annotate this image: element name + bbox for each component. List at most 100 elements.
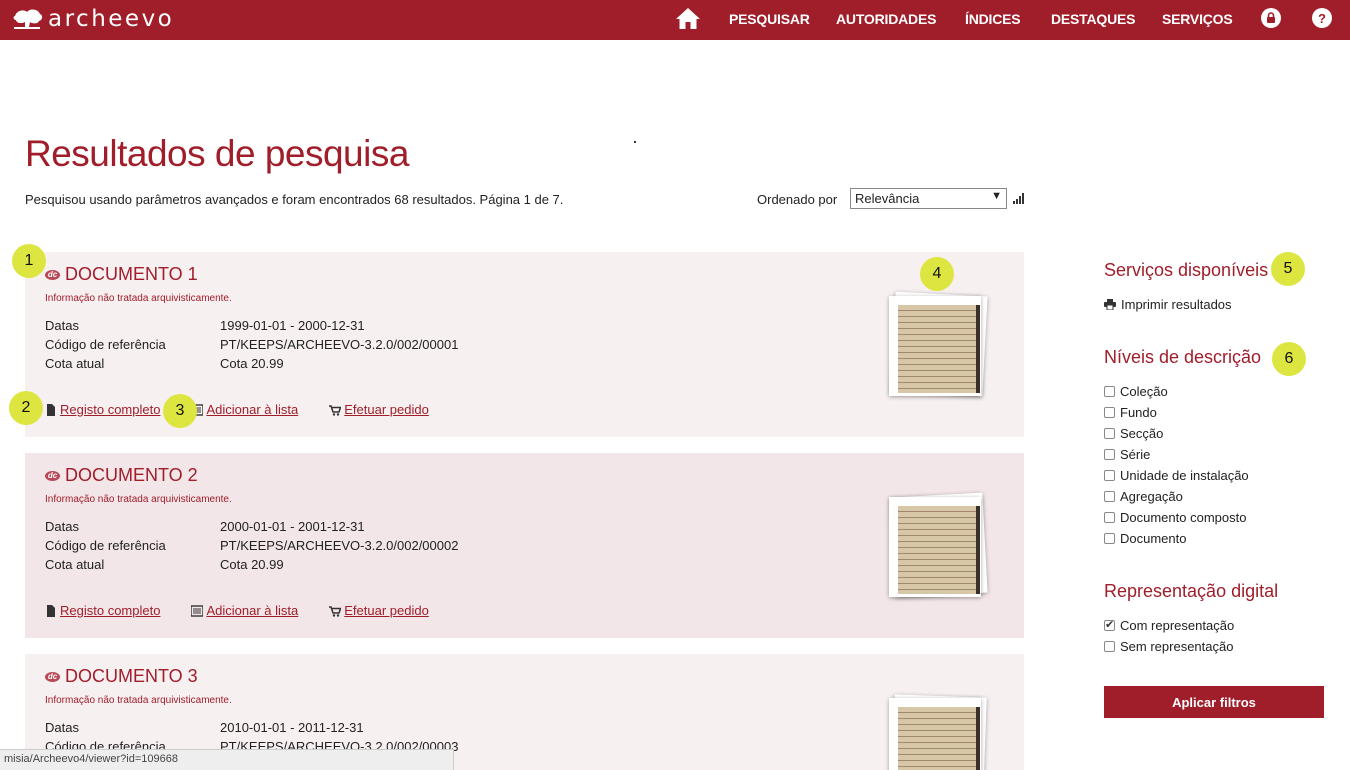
annotation-marker-3: 3 <box>163 394 197 428</box>
level-filter-label: Documento composto <box>1120 510 1247 525</box>
manuscript-page-image <box>898 506 980 594</box>
document-thumbnail[interactable] <box>887 492 988 601</box>
full-record-link[interactable]: Registo completo <box>45 603 160 618</box>
checkbox[interactable] <box>1104 533 1115 544</box>
lock-icon[interactable] <box>1261 8 1281 28</box>
field-label-datas: Datas <box>45 519 79 534</box>
top-navigation-bar: archeevo PESQUISAR AUTORIDADES ÍNDICES D… <box>0 0 1350 40</box>
field-label-datas: Datas <box>45 720 79 735</box>
level-filter-colecao[interactable]: Coleção <box>1104 384 1168 399</box>
nav-autoridades[interactable]: AUTORIDADES <box>836 11 936 27</box>
home-icon[interactable] <box>675 6 701 30</box>
document-thumbnail[interactable] <box>887 694 987 770</box>
checkbox[interactable] <box>1104 428 1115 439</box>
services-heading: Serviços disponíveis <box>1104 260 1269 280</box>
level-badge-icon: dc <box>45 671 60 682</box>
annotation-marker-2: 2 <box>9 391 43 425</box>
checkbox-checked[interactable] <box>1104 618 1115 631</box>
annotation-marker-1: 1 <box>12 244 46 278</box>
annotation-marker-6: 6 <box>1272 342 1306 376</box>
stray-dot <box>634 141 636 143</box>
print-results-label: Imprimir resultados <box>1121 297 1232 312</box>
result-title: DOCUMENTO 3 <box>65 666 198 686</box>
nav-destaques[interactable]: DESTAQUES <box>1051 11 1135 27</box>
document-thumbnail[interactable] <box>887 291 988 400</box>
print-results-link[interactable]: Imprimir resultados <box>1104 297 1232 312</box>
chevron-down-icon: ▼ <box>991 190 1002 202</box>
field-value-datas: 1999-01-01 - 2000-12-31 <box>220 318 365 333</box>
result-note: Informação não tratada arquivisticamente… <box>45 293 232 304</box>
digital-filter-label: Sem representação <box>1120 639 1234 654</box>
level-filter-label: Série <box>1120 447 1151 462</box>
place-order-link[interactable]: Efetuar pedido <box>329 603 429 618</box>
result-title: DOCUMENTO 2 <box>65 465 198 485</box>
add-to-list-link[interactable]: Adicionar à lista <box>191 402 298 417</box>
full-record-label: Registo completo <box>60 402 161 417</box>
field-label-reference: Código de referência <box>45 538 166 553</box>
full-record-link[interactable]: Registo completo <box>45 402 160 417</box>
checkbox[interactable] <box>1104 449 1115 460</box>
annotation-marker-5: 5 <box>1271 252 1305 286</box>
checkbox[interactable] <box>1104 512 1115 523</box>
level-filter-documento[interactable]: Documento <box>1104 531 1186 546</box>
level-filter-label: Fundo <box>1120 405 1157 420</box>
nav-pesquisar[interactable]: PESQUISAR <box>729 11 810 27</box>
search-summary: Pesquisou usando parâmetros avançados e … <box>25 192 564 207</box>
level-badge-icon: dc <box>45 269 60 280</box>
result-title-link[interactable]: dc DOCUMENTO 3 <box>45 666 198 687</box>
field-value-reference: PT/KEEPS/ARCHEEVO-3.2.0/002/00001 <box>220 337 459 352</box>
manuscript-page-image <box>898 305 980 393</box>
field-value-datas: 2000-01-01 - 2001-12-31 <box>220 519 365 534</box>
archeevo-logo[interactable]: archeevo <box>12 4 174 34</box>
result-title-link[interactable]: dc DOCUMENTO 1 <box>45 264 198 285</box>
add-to-list-link[interactable]: Adicionar à lista <box>191 603 298 618</box>
result-actions: Registo completo Adicionar à lista Efetu… <box>45 402 460 417</box>
manuscript-page-image <box>898 707 980 770</box>
thumb-sheet <box>889 296 981 396</box>
level-filter-seccao[interactable]: Secção <box>1104 426 1163 441</box>
digital-filter-with[interactable]: Com representação <box>1104 618 1234 633</box>
checkbox[interactable] <box>1104 407 1115 418</box>
help-icon[interactable]: ? <box>1312 8 1332 28</box>
result-actions: Registo completo Adicionar à lista Efetu… <box>45 603 460 618</box>
sort-select[interactable]: Relevância ▼ <box>850 188 1007 209</box>
document-icon <box>47 604 55 617</box>
page-title: Resultados de pesquisa <box>25 133 409 174</box>
place-order-label: Efetuar pedido <box>344 603 429 618</box>
nav-indices[interactable]: ÍNDICES <box>965 11 1021 27</box>
level-filter-fundo[interactable]: Fundo <box>1104 405 1157 420</box>
result-title: DOCUMENTO 1 <box>65 264 198 284</box>
field-label-datas: Datas <box>45 318 79 333</box>
result-title-link[interactable]: dc DOCUMENTO 2 <box>45 465 198 486</box>
field-label-cota: Cota atual <box>45 557 105 572</box>
field-value-datas: 2010-01-01 - 2011-12-31 <box>220 720 364 735</box>
level-filter-unidade-instalacao[interactable]: Unidade de instalação <box>1104 468 1249 483</box>
level-filter-documento-composto[interactable]: Documento composto <box>1104 510 1246 525</box>
place-order-label: Efetuar pedido <box>344 402 429 417</box>
sort-order-icon[interactable] <box>1013 193 1025 204</box>
level-filter-agregacao[interactable]: Agregação <box>1104 489 1183 504</box>
sort-select-value: Relevância <box>855 191 920 206</box>
level-badge-icon: dc <box>45 470 60 481</box>
nav-servicos[interactable]: SERVIÇOS <box>1162 11 1233 27</box>
printer-icon <box>1104 299 1116 310</box>
field-value-cota: Cota 20.99 <box>220 557 284 572</box>
level-filter-serie[interactable]: Série <box>1104 447 1150 462</box>
apply-filters-button[interactable]: Aplicar filtros <box>1104 686 1324 718</box>
checkbox[interactable] <box>1104 386 1115 397</box>
checkbox[interactable] <box>1104 491 1115 502</box>
add-to-list-label: Adicionar à lista <box>206 603 299 618</box>
checkbox[interactable] <box>1104 470 1115 481</box>
field-value-cota: Cota 20.99 <box>220 356 284 371</box>
digital-filter-label: Com representação <box>1120 618 1235 633</box>
logo-text: archeevo <box>48 6 175 32</box>
level-filter-label: Documento <box>1120 531 1187 546</box>
level-filter-label: Unidade de instalação <box>1120 468 1249 483</box>
level-filter-label: Coleção <box>1120 384 1168 399</box>
tree-logo-icon <box>13 9 43 29</box>
status-bar-url: misia/Archeevo4/viewer?id=109668 <box>0 749 454 770</box>
checkbox[interactable] <box>1104 641 1115 652</box>
place-order-link[interactable]: Efetuar pedido <box>329 402 429 417</box>
field-label-reference: Código de referência <box>45 337 166 352</box>
digital-filter-without[interactable]: Sem representação <box>1104 639 1233 654</box>
